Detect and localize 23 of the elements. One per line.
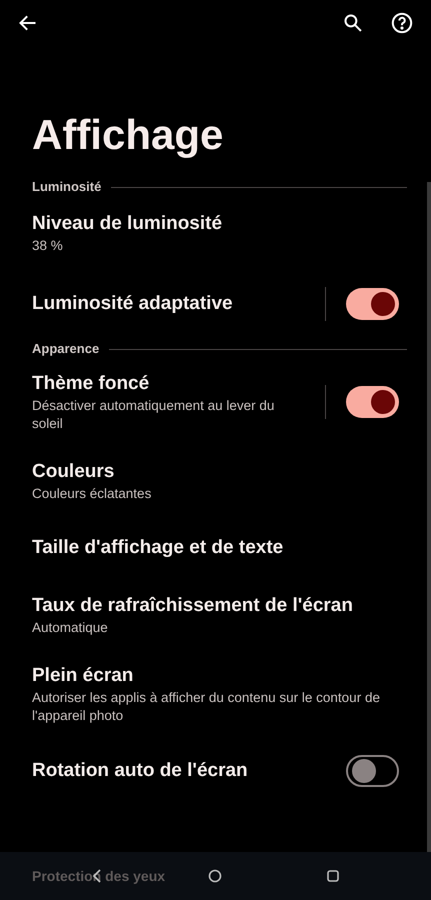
setting-title[interactable]: Niveau de luminosité [32, 211, 399, 237]
toggle-switch[interactable] [346, 386, 399, 418]
page-title: Affichage [32, 110, 224, 160]
setting-title[interactable]: Couleurs [32, 459, 399, 485]
search-icon[interactable] [343, 12, 363, 32]
setting-title[interactable]: Luminosité adaptative [32, 291, 325, 317]
section-header: Luminosité [32, 178, 102, 196]
toggle-switch[interactable] [346, 288, 399, 320]
home-icon[interactable] [208, 869, 222, 883]
recents-icon[interactable] [327, 870, 339, 882]
setting-title[interactable]: Taille d'affichage et de texte [32, 535, 399, 561]
setting-subtitle: Autoriser les applis à afficher du contenu sur le contour de l'appareil photo [32, 689, 381, 725]
setting-title[interactable]: Thème foncé [32, 371, 325, 397]
setting-subtitle: 38 % [32, 237, 64, 255]
help-icon[interactable] [391, 12, 413, 34]
setting-title[interactable]: Taux de rafraîchissement de l'écran [32, 593, 399, 619]
toggle-switch[interactable] [346, 755, 399, 787]
setting-subtitle: Désactiver automatiquement au lever du soleil [32, 397, 276, 433]
section-header: Apparence [32, 340, 100, 358]
setting-title[interactable]: Rotation auto de l'écran [32, 758, 346, 784]
setting-subtitle: Automatique [32, 619, 109, 637]
setting-subtitle: Couleurs éclatantes [32, 485, 152, 503]
setting-title[interactable]: Plein écran [32, 663, 399, 689]
